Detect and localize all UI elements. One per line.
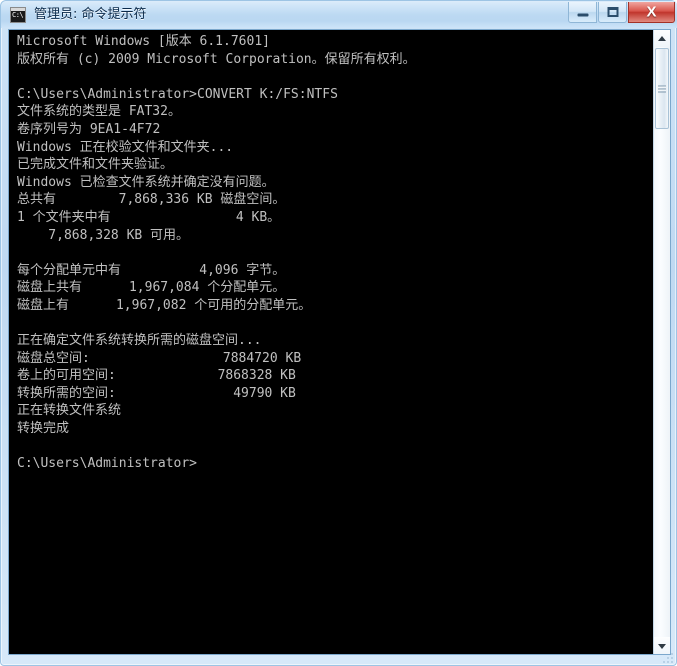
- cmd-icon-glyph: C:\: [12, 11, 24, 19]
- console-line: 总共有 7,868,336 KB 磁盘空间。: [17, 192, 286, 208]
- restore-icon: [607, 7, 618, 17]
- close-icon: X: [646, 3, 657, 21]
- console-line: 卷序列号为 9EA1-4F72: [17, 121, 161, 137]
- console-line: Windows 已检查文件系统并确定没有问题。: [17, 174, 275, 190]
- title-bar-inner: C:\ 管理员: 命令提示符 X: [1, 1, 677, 28]
- window-title: 管理员: 命令提示符: [34, 7, 147, 22]
- minimize-icon: [577, 13, 588, 17]
- console-line: Microsoft Windows [版本 6.1.7601]: [17, 34, 270, 49]
- console-line: 正在确定文件系统转换所需的磁盘空间...: [17, 333, 262, 349]
- console-line: 文件系统的类型是 FAT32。: [17, 104, 181, 120]
- cmd-console-icon: C:\: [10, 7, 26, 23]
- chevron-up-icon: [658, 35, 666, 41]
- console-line: 磁盘上共有 1,967,084 个分配单元。: [17, 280, 286, 296]
- minimize-button[interactable]: [568, 2, 597, 23]
- vertical-scrollbar[interactable]: [653, 30, 670, 654]
- command-prompt-window: C:\ 管理员: 命令提示符 X Microsoft Windows [版本 6…: [0, 0, 677, 666]
- console-line: 磁盘总空间: 7884720 KB: [17, 350, 302, 366]
- console-line: C:\Users\Administrator>: [17, 456, 198, 472]
- console-line: C:\Users\Administrator>CONVERT K:/FS:NTF…: [17, 86, 338, 102]
- console-line: 正在转换文件系统: [17, 403, 122, 419]
- console-text-buffer: Microsoft Windows [版本 6.1.7601] 版权所有 (c) …: [17, 33, 416, 473]
- console-line: 7,868,328 KB 可用。: [17, 227, 190, 243]
- console-line: 转换所需的空间: 49790 KB: [17, 385, 296, 401]
- console-frame: Microsoft Windows [版本 6.1.7601] 版权所有 (c) …: [8, 29, 671, 655]
- resize-grip[interactable]: [659, 649, 673, 663]
- console-line: 磁盘上有 1,967,082 个可用的分配单元。: [17, 297, 312, 313]
- title-bar[interactable]: C:\ 管理员: 命令提示符 X: [1, 1, 677, 28]
- maximize-restore-button[interactable]: [598, 2, 627, 23]
- scroll-up-button[interactable]: [654, 30, 670, 47]
- console-line: 卷上的可用空间: 7868328 KB: [17, 368, 296, 384]
- scrollbar-grip-icon: [658, 85, 666, 92]
- console-line: 版权所有 (c) 2009 Microsoft Corporation。保留所有…: [17, 51, 416, 67]
- console-line: Windows 正在校验文件和文件夹...: [17, 139, 234, 155]
- console-output-area[interactable]: Microsoft Windows [版本 6.1.7601] 版权所有 (c) …: [9, 30, 654, 654]
- console-line: 每个分配单元中有 4,096 字节。: [17, 262, 286, 278]
- scrollbar-thumb[interactable]: [655, 48, 669, 129]
- caption-button-group: X: [567, 2, 675, 24]
- console-line: 已完成文件和文件夹验证。: [17, 157, 174, 173]
- close-button[interactable]: X: [628, 2, 675, 23]
- console-line: 1 个文件夹中有 4 KB。: [17, 209, 281, 225]
- console-line: 转换完成: [17, 421, 70, 437]
- chevron-down-icon: [658, 643, 666, 649]
